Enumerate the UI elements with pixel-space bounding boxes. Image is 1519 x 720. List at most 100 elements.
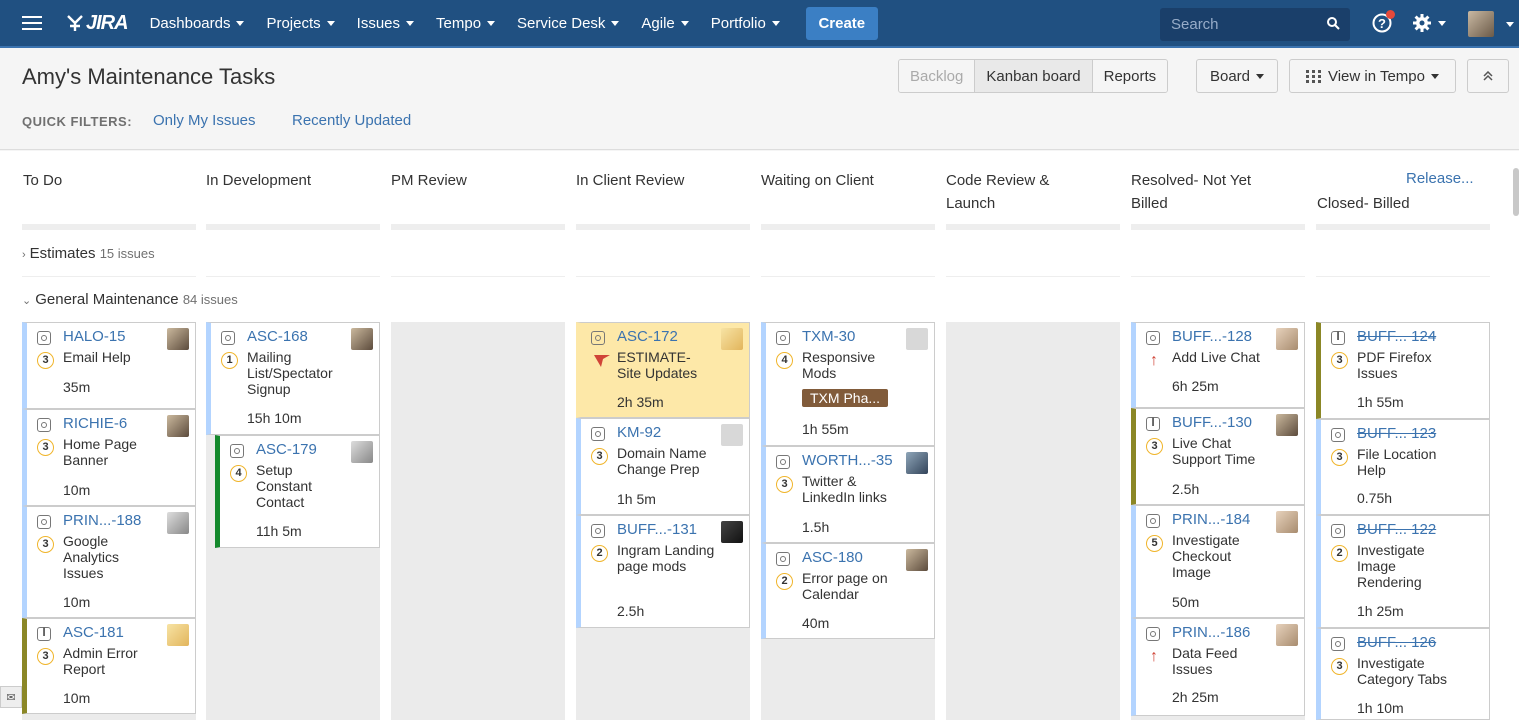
issue-key[interactable]: ASC-179: [256, 441, 317, 458]
board-label: Board: [1209, 67, 1251, 85]
issue-card[interactable]: BUFF...-128 ↑ Add Live Chat 6h 25m: [1131, 322, 1305, 408]
chevron-down-icon: [236, 21, 245, 27]
nav-dashboards[interactable]: Dashboards: [150, 15, 245, 32]
backlog-button[interactable]: Backlog: [899, 60, 976, 92]
nav-tempo[interactable]: Tempo: [436, 15, 496, 32]
issue-key[interactable]: PRIN...-184: [1172, 511, 1250, 528]
issue-card[interactable]: BUFF... 123 3 File Location Help 0.75h: [1316, 419, 1490, 515]
issue-card[interactable]: ASC-172 ESTIMATE- Site Updates 2h 35m: [576, 322, 750, 418]
board-header: Amy's Maintenance Tasks QUICK FILTERS: O…: [0, 50, 1519, 150]
issue-estimate: 2h 25m: [1172, 689, 1219, 705]
reports-button[interactable]: Reports: [1092, 60, 1168, 92]
issue-key[interactable]: HALO-15: [63, 328, 126, 345]
filter-only-my-issues[interactable]: Only My Issues: [153, 112, 256, 129]
epic-label[interactable]: TXM Pha...: [802, 389, 889, 407]
filter-recently-updated[interactable]: Recently Updated: [292, 112, 411, 129]
priority-icon: 3: [37, 352, 54, 369]
issue-estimate: 2h 35m: [617, 394, 664, 410]
issue-card[interactable]: I BUFF... 124 3 PDF Firefox Issues 1h 55…: [1316, 322, 1490, 419]
subtask-icon: [230, 444, 244, 458]
arrow-up-icon: ↑: [1150, 648, 1158, 665]
scrollbar[interactable]: [1513, 168, 1519, 216]
task-icon: [221, 331, 235, 345]
issue-summary: Email Help: [63, 349, 131, 365]
issue-key[interactable]: BUFF...-131: [617, 521, 697, 538]
column-header-code-review: Code Review & Launch: [946, 172, 1050, 212]
issue-card[interactable]: PRIN...-186 ↑ Data Feed Issues 2h 25m: [1131, 618, 1305, 716]
nav-issues-label: Issues: [356, 14, 401, 32]
issue-key[interactable]: ASC-180: [802, 549, 863, 566]
priority-icon: 3: [1331, 449, 1348, 466]
nav-projects[interactable]: Projects: [266, 15, 335, 32]
issue-key[interactable]: BUFF...-130: [1172, 414, 1252, 431]
issue-key[interactable]: TXM-30: [802, 328, 855, 345]
issue-card[interactable]: I BUFF...-130 3 Live Chat Support Time 2…: [1131, 408, 1305, 505]
task-icon: [1331, 428, 1345, 442]
issue-card[interactable]: PRIN...-184 5 Investigate Checkout Image…: [1131, 505, 1305, 618]
user-avatar[interactable]: [1468, 11, 1494, 37]
swimlane-estimates[interactable]: › Estimates 15 issues: [22, 245, 155, 262]
issue-key[interactable]: PRIN...-186: [1172, 624, 1250, 641]
settings-menu[interactable]: [1412, 13, 1446, 33]
task-icon: [591, 524, 605, 538]
issue-key[interactable]: BUFF... 126: [1357, 634, 1436, 651]
avatar: [721, 328, 743, 350]
issue-card[interactable]: BUFF...-131 2 Ingram Landing page mods 2…: [576, 515, 750, 628]
view-in-tempo-dropdown[interactable]: View in Tempo: [1289, 59, 1456, 93]
issue-card[interactable]: I ASC-181 3 Admin Error Report 10m: [22, 618, 196, 714]
issue-estimate: 40m: [802, 615, 830, 631]
issue-card[interactable]: RICHIE-6 3 Home Page Banner 10m: [22, 409, 196, 506]
jira-logo[interactable]: JIRA: [66, 11, 129, 35]
search-input[interactable]: Search: [1160, 8, 1350, 41]
issue-card[interactable]: WORTH...-35 3 Twitter & LinkedIn links 1…: [761, 446, 935, 543]
column-bar: [576, 224, 750, 230]
issue-key[interactable]: WORTH...-35: [802, 452, 893, 469]
flag-icon: [594, 355, 610, 367]
swimlane-general-maintenance[interactable]: ⌄ General Maintenance 84 issues: [22, 291, 238, 308]
board-dropdown[interactable]: Board: [1196, 59, 1278, 93]
issue-key[interactable]: KM-92: [617, 424, 661, 441]
issue-key[interactable]: BUFF... 123: [1357, 425, 1436, 442]
issue-card[interactable]: ASC-179 4 Setup Constant Contact 11h 5m: [215, 435, 380, 548]
issue-key[interactable]: ASC-172: [617, 328, 678, 345]
issue-card[interactable]: ASC-168 1 Mailing List/Spectator Signup …: [206, 322, 380, 435]
nav-issues[interactable]: Issues: [356, 14, 415, 32]
issue-card[interactable]: KM-92 3 Domain Name Change Prep 1h 5m: [576, 418, 750, 515]
issue-key[interactable]: BUFF...-128: [1172, 328, 1252, 345]
grid-icon: [1305, 69, 1321, 83]
issue-card[interactable]: PRIN...-188 3 Google Analytics Issues 10…: [22, 506, 196, 618]
issue-card[interactable]: TXM-30 4 Responsive Mods TXM Pha... 1h 5…: [761, 322, 935, 446]
issue-key[interactable]: PRIN...-188: [63, 512, 141, 529]
issue-summary: Admin Error Report: [63, 645, 138, 677]
issue-key[interactable]: BUFF... 122: [1357, 521, 1436, 538]
nav-service-desk[interactable]: Service Desk: [517, 15, 620, 32]
issue-card[interactable]: ASC-180 2 Error page on Calendar 40m: [761, 543, 935, 639]
issue-key[interactable]: RICHIE-6: [63, 415, 127, 432]
logo-text: JIRA: [86, 11, 129, 34]
issue-key[interactable]: ASC-181: [63, 624, 124, 641]
nav-portfolio[interactable]: Portfolio: [711, 15, 780, 32]
create-button[interactable]: Create: [805, 6, 878, 40]
issue-card[interactable]: BUFF... 126 3 Investigate Category Tabs …: [1316, 628, 1490, 720]
divider: [576, 276, 750, 277]
kanban-board: To Do In Development PM Review In Client…: [0, 151, 1519, 720]
task-icon: [1146, 331, 1160, 345]
issue-summary: Data Feed Issues: [1172, 645, 1238, 677]
issue-summary: ESTIMATE- Site Updates: [617, 349, 698, 381]
avatar: [721, 521, 743, 543]
mail-icon[interactable]: ✉: [0, 686, 22, 708]
menu-icon[interactable]: [22, 16, 42, 30]
issue-estimate: 11h 5m: [256, 523, 302, 539]
issue-key[interactable]: ASC-168: [247, 328, 308, 345]
nav-agile[interactable]: Agile: [641, 15, 689, 32]
avatar: [167, 512, 189, 534]
collapse-header-button[interactable]: [1467, 59, 1509, 93]
issue-card[interactable]: BUFF... 122 2 Investigate Image Renderin…: [1316, 515, 1490, 628]
column-bar: [391, 224, 565, 230]
release-link[interactable]: Release...: [1406, 170, 1474, 187]
issue-card[interactable]: HALO-15 3 Email Help 35m: [22, 322, 196, 409]
kanban-board-button[interactable]: Kanban board: [975, 60, 1093, 92]
arrow-up-icon: ↑: [1150, 352, 1158, 369]
column-header-todo: To Do: [23, 172, 63, 189]
issue-key[interactable]: BUFF... 124: [1357, 328, 1436, 345]
